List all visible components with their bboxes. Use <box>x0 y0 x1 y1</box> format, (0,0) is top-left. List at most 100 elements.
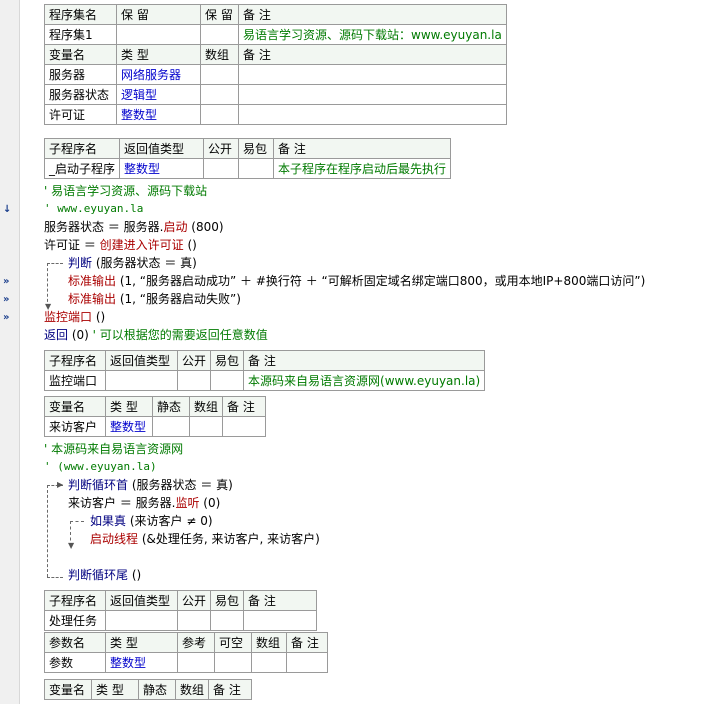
sub-name-cell[interactable]: 处理任务 <box>44 610 106 631</box>
breakpoint-marker-icon[interactable]: » <box>3 294 9 305</box>
flow-connector <box>47 485 48 577</box>
code-line-if-true[interactable]: 如果真 (来访客户 ≠ 0) <box>90 512 213 530</box>
param-array-cell[interactable] <box>251 652 287 673</box>
var-name-cell[interactable]: 许可证 <box>44 104 117 125</box>
header-cell: 变量名 <box>44 44 117 65</box>
subroutine-table-monitor: 子程序名 返回值类型 公开 易包 备 注 监控端口 本源码来自易语言资源网(ww… <box>44 350 486 391</box>
code-line-output-success[interactable]: 标准输出 (1, “服务器启动成功” ＋ #换行符 ＋ “可解析固定域名绑定端口… <box>68 272 645 290</box>
function-name: 标准输出 <box>68 274 117 288</box>
code-line-start-thread[interactable]: 启动线程 (&处理任务, 来访客户, 来访客户) <box>90 530 320 548</box>
public-cell[interactable] <box>176 610 212 631</box>
breakpoint-marker-icon[interactable]: » <box>3 312 9 323</box>
code-line-loop-end[interactable]: 判断循环尾 () <box>68 566 141 584</box>
code-line-license[interactable]: 许可证 ＝ 创建进入许可证 () <box>44 236 197 254</box>
package-cell[interactable] <box>210 370 245 391</box>
execution-arrow-icon[interactable]: ↓ <box>3 204 11 215</box>
param-ref-cell[interactable] <box>177 652 215 673</box>
return-type-cell[interactable]: 整数型 <box>119 158 205 179</box>
header-cell: 数组 <box>188 396 224 417</box>
code-args: (800) <box>187 220 224 234</box>
public-cell[interactable] <box>176 370 212 391</box>
code-args: (来访客户 ≠ 0) <box>126 514 213 528</box>
breakpoint-marker-icon[interactable]: » <box>3 276 9 287</box>
code-line-return[interactable]: 返回 (0) ' 可以根据您的需要返回任意数值 <box>44 326 268 344</box>
reserved-cell[interactable] <box>200 24 239 45</box>
sub-name-cell[interactable]: 监控端口 <box>44 370 106 391</box>
code-comment[interactable]: ' 本源码来自易语言资源网 <box>44 440 183 458</box>
table-row[interactable]: 服务器状态 逻辑型 <box>44 84 507 105</box>
code-comment[interactable]: ' (www.eyuyan.la) <box>44 458 157 476</box>
param-nullable-cell[interactable] <box>214 652 252 673</box>
code-line-monitor[interactable]: 监控端口 () <box>44 308 105 326</box>
var-array-cell[interactable] <box>200 84 239 105</box>
sub-note-cell[interactable]: 本子程序在程序启动后最先执行 <box>273 158 452 179</box>
code-args: (0) <box>68 328 93 342</box>
table-row[interactable]: 参数 整数型 <box>44 652 328 673</box>
method-name: 启动 <box>163 220 188 234</box>
parameter-table: 参数名 类 型 参考 可空 数组 备 注 参数 整数型 <box>44 632 328 673</box>
code-line-listen[interactable]: 来访客户 ＝ 服务器.监听 (0) <box>68 494 220 512</box>
header-cell: 程序集名 <box>44 4 117 25</box>
flow-arrow-icon: ▼ <box>68 541 75 550</box>
param-name-cell[interactable]: 参数 <box>44 652 106 673</box>
sub-note-cell[interactable] <box>243 610 318 631</box>
header-cell: 公开 <box>176 590 212 611</box>
var-name-cell[interactable]: 服务器 <box>44 64 117 85</box>
var-note-cell[interactable] <box>238 64 507 85</box>
assembly-note-cell[interactable]: 易语言学习资源、源码下载站：www.eyuyan.la <box>238 24 507 45</box>
param-type-cell[interactable]: 整数型 <box>105 652 178 673</box>
var-array-cell[interactable] <box>188 416 224 437</box>
code-line-start-server[interactable]: 服务器状态 ＝ 服务器.启动 (800) <box>44 218 224 236</box>
table-row[interactable]: 许可证 整数型 <box>44 104 507 125</box>
assembly-name-cell[interactable]: 程序集1 <box>44 24 117 45</box>
header-cell: 类 型 <box>105 632 178 653</box>
header-cell: 可空 <box>214 632 252 653</box>
table-row[interactable]: 来访客户 整数型 <box>44 416 267 437</box>
sub-name-cell[interactable]: _启动子程序 <box>43 158 121 179</box>
header-cell: 备 注 <box>222 396 267 417</box>
code-args: () <box>128 568 142 582</box>
return-type-cell[interactable] <box>105 370 178 391</box>
package-cell[interactable] <box>238 158 275 179</box>
public-cell[interactable] <box>203 158 240 179</box>
header-cell: 静态 <box>138 679 176 700</box>
header-cell: 保 留 <box>200 4 239 25</box>
var-type-cell[interactable]: 逻辑型 <box>116 84 201 105</box>
table-row[interactable]: 服务器 网络服务器 <box>44 64 507 85</box>
reserved-cell[interactable] <box>116 24 201 45</box>
code-line-loop-start[interactable]: 判断循环首 (服务器状态 ＝ 真) <box>68 476 233 494</box>
var-type-cell[interactable]: 整数型 <box>116 104 201 125</box>
sub-note-cell[interactable]: 本源码来自易语言资源网(www.eyuyan.la) <box>243 370 486 391</box>
var-type-cell[interactable]: 网络服务器 <box>116 64 201 85</box>
header-cell: 参考 <box>177 632 215 653</box>
code-args: () <box>92 310 106 324</box>
var-name-cell[interactable]: 来访客户 <box>44 416 106 437</box>
var-array-cell[interactable] <box>200 64 239 85</box>
flow-connector <box>70 521 84 522</box>
package-cell[interactable] <box>210 610 245 631</box>
var-array-cell[interactable] <box>200 104 239 125</box>
var-note-cell[interactable] <box>222 416 267 437</box>
header-cell: 公开 <box>203 138 240 159</box>
header-cell: 类 型 <box>116 44 201 65</box>
var-name-cell[interactable]: 服务器状态 <box>44 84 117 105</box>
function-name: 启动线程 <box>90 532 139 546</box>
var-note-cell[interactable] <box>238 84 507 105</box>
code-comment[interactable]: ' 易语言学习资源、源码下载站 <box>44 182 207 200</box>
header-cell: 备 注 <box>238 4 507 25</box>
subroutine-table-startup: 子程序名 返回值类型 公开 易包 备 注 _启动子程序 整数型 本子程序在程序启… <box>43 138 452 179</box>
var-static-cell[interactable] <box>152 416 190 437</box>
subroutine-table-task: 子程序名 返回值类型 公开 易包 备 注 处理任务 <box>44 590 318 631</box>
keyword-loop: 判断循环首 <box>68 478 129 492</box>
code-line-if[interactable]: 判断 (服务器状态 ＝ 真) <box>68 254 197 272</box>
code-comment[interactable]: ' www.eyuyan.la <box>44 200 143 218</box>
function-name: 创建进入许可证 <box>99 238 184 252</box>
editor-gutter <box>0 0 20 704</box>
return-type-cell[interactable] <box>105 610 178 631</box>
header-cell: 保 留 <box>116 4 201 25</box>
param-note-cell[interactable] <box>286 652 328 673</box>
code-args: (&处理任务, 来访客户, 来访客户) <box>138 532 320 546</box>
var-note-cell[interactable] <box>238 104 507 125</box>
code-line-output-fail[interactable]: 标准输出 (1, “服务器启动失败”) <box>68 290 241 308</box>
var-type-cell[interactable]: 整数型 <box>105 416 153 437</box>
